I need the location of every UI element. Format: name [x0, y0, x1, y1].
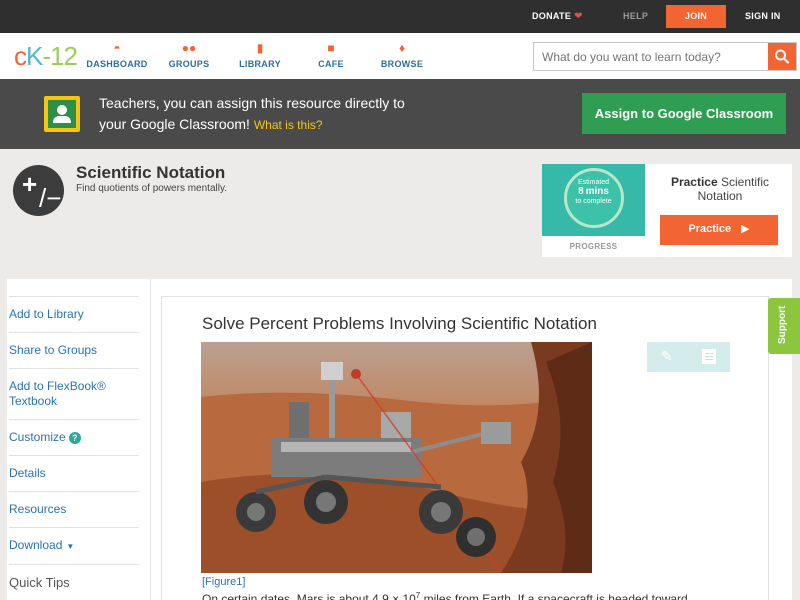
search-box [533, 42, 797, 71]
content-divider [150, 279, 151, 600]
dropdown-arrow-icon: ▼ [66, 542, 75, 551]
resource-sidebar: Add to Library Share to Groups Add to Fl… [9, 296, 139, 600]
browse-icon: ♦ [398, 41, 406, 55]
search-button[interactable] [768, 43, 796, 70]
figure-caption-link[interactable]: [Figure1] [202, 576, 245, 588]
nav-groups[interactable]: ●● GROUPS [154, 40, 224, 69]
article-title: Solve Percent Problems Involving Scienti… [202, 314, 597, 333]
progress-badge: Estimated 8 mins to complete [542, 164, 645, 236]
library-icon: ▮ [256, 41, 264, 55]
main-header: cK-12 ◓ DASHBOARD ●● GROUPS ▮ LIBRARY ■ … [0, 33, 800, 79]
sign-in-link[interactable]: SIGN IN [745, 0, 781, 33]
dashboard-icon: ◓ [113, 41, 121, 55]
article-tools: ✎ [647, 342, 730, 372]
concept-subtitle: Find quotients of powers mentally. [76, 183, 228, 194]
help-link[interactable]: HELP [623, 0, 648, 33]
article-body-text: On certain dates, Mars is about 4.9 × 10… [202, 591, 688, 600]
search-input[interactable] [534, 43, 768, 70]
chevron-right-icon: ▶ [741, 223, 750, 235]
details-link[interactable]: Details [9, 455, 139, 491]
customize-link[interactable]: Customize? [9, 419, 139, 455]
add-to-flexbook-link[interactable]: Add to FlexBook® Textbook [9, 368, 139, 419]
donate-link[interactable]: DONATE ❤ [532, 0, 583, 33]
heart-icon: ❤ [574, 11, 583, 22]
top-bar: DONATE ❤ HELP JOIN SIGN IN [0, 0, 800, 33]
support-tab[interactable]: Support [768, 298, 800, 354]
nav-library[interactable]: ▮ LIBRARY [225, 40, 295, 69]
download-link[interactable]: Download ▼ [9, 527, 139, 564]
what-is-this-link[interactable]: What is this? [254, 118, 323, 132]
share-to-groups-link[interactable]: Share to Groups [9, 332, 139, 368]
practice-button[interactable]: Practice ▶ [660, 215, 778, 245]
pencil-icon[interactable]: ✎ [661, 348, 673, 365]
notes-icon[interactable] [702, 349, 716, 364]
search-icon [775, 49, 790, 64]
scientific-notation-icon: +/− [13, 165, 64, 216]
nav-browse[interactable]: ♦ BROWSE [367, 40, 437, 69]
nav-cafe[interactable]: ■ CAFE [296, 40, 366, 69]
mars-rover-illustration [201, 342, 592, 573]
google-classroom-icon [44, 96, 80, 132]
mars-rover-image [201, 342, 592, 573]
progress-label: PROGRESS [569, 242, 618, 251]
assign-google-classroom-button[interactable]: Assign to Google Classroom [582, 93, 786, 134]
practice-title: Practice Scientific Notation [670, 175, 770, 203]
join-button[interactable]: JOIN [666, 5, 726, 28]
help-circle-icon[interactable]: ? [68, 432, 81, 444]
quick-tips-heading[interactable]: Quick Tips [9, 564, 139, 600]
concept-title: Scientific Notation [76, 163, 226, 182]
teacher-message: Teachers, you can assign this resource d… [99, 95, 405, 132]
add-to-library-link[interactable]: Add to Library [9, 296, 139, 332]
ck12-logo[interactable]: cK-12 [14, 41, 78, 71]
resources-link[interactable]: Resources [9, 491, 139, 527]
practice-card: Estimated 8 mins to complete PROGRESS Pr… [542, 164, 792, 257]
groups-icon: ●● [181, 41, 197, 55]
nav-dashboard[interactable]: ◓ DASHBOARD [82, 40, 152, 69]
cafe-icon: ■ [327, 41, 335, 55]
